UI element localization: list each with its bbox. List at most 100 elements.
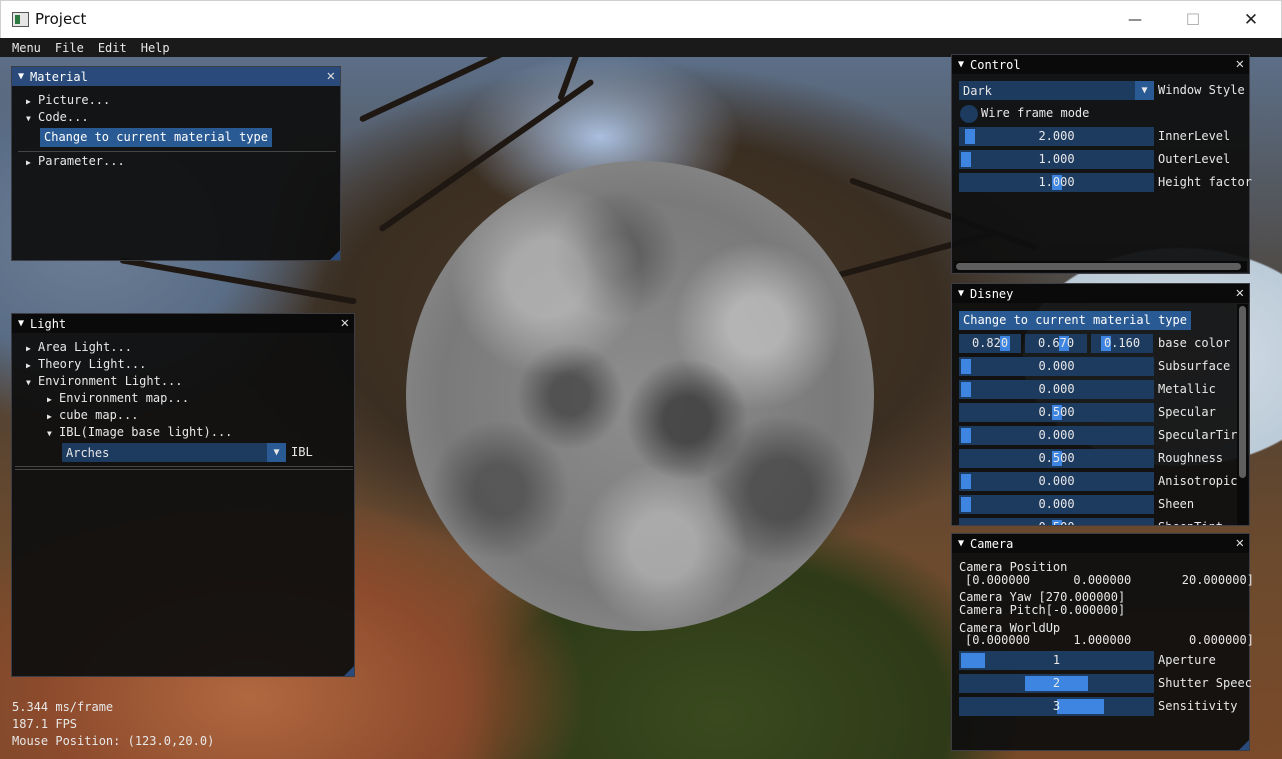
tree-node-environment-light[interactable]: ▼ Environment Light... bbox=[26, 374, 183, 388]
collapse-icon[interactable]: ▼ bbox=[958, 538, 964, 549]
camera-panel-title: Camera bbox=[970, 536, 1014, 551]
slider-value: 0.500 bbox=[1038, 451, 1075, 465]
close-icon[interactable]: ✕ bbox=[1236, 56, 1244, 72]
disney-panel: ▼ Disney ✕ Change to current material ty… bbox=[951, 283, 1250, 526]
camera-position-label: Camera Position bbox=[959, 560, 1068, 574]
disney-panel-header[interactable]: ▼ Disney ✕ bbox=[952, 284, 1249, 303]
slider-value: 0.500 bbox=[1038, 405, 1075, 419]
menu-menu[interactable]: Menu bbox=[5, 41, 48, 55]
slider-value: 0.000 bbox=[1038, 428, 1075, 442]
menu-help[interactable]: Help bbox=[134, 41, 177, 55]
sheentint-slider[interactable]: 0.500 bbox=[959, 518, 1154, 525]
light-panel: ▼ Light ✕ ▶ Area Light... ▶ Theory Light..… bbox=[11, 313, 355, 677]
slider-value: 0.000 bbox=[1038, 497, 1075, 511]
menu-file[interactable]: File bbox=[48, 41, 91, 55]
material-panel: ▼ Material ✕ ▶ Picture... ▼ Code... Change… bbox=[11, 66, 341, 261]
wireframe-label: Wire frame mode bbox=[981, 106, 1090, 120]
control-panel: ▼ Control ✕ Dark ▼ Window Style Wire fra… bbox=[951, 54, 1252, 274]
specular-label: Specular bbox=[1158, 405, 1216, 419]
separator bbox=[18, 151, 336, 152]
sheentint-label: SheenTint bbox=[1158, 520, 1223, 525]
resize-grip[interactable] bbox=[344, 666, 354, 676]
maximize-button[interactable]: ☐ bbox=[1164, 1, 1222, 38]
close-icon[interactable]: ✕ bbox=[1236, 535, 1244, 551]
slider-value: 0.000 bbox=[1038, 474, 1075, 488]
sensitivity-slider[interactable]: 3 bbox=[959, 697, 1154, 716]
change-material-type-button[interactable]: Change to current material type bbox=[40, 128, 272, 147]
frame-time: 5.344 ms/frame bbox=[12, 700, 114, 714]
collapse-icon[interactable]: ▼ bbox=[958, 59, 964, 70]
fps-counter: 187.1 FPS bbox=[12, 717, 78, 731]
camera-panel-header[interactable]: ▼ Camera ✕ bbox=[952, 534, 1249, 553]
collapse-icon[interactable]: ▼ bbox=[18, 71, 24, 82]
ibl-label: IBL bbox=[291, 445, 313, 459]
shutter-speed-label: Shutter Speec bbox=[1158, 676, 1252, 690]
tree-branch bbox=[119, 257, 357, 305]
app-icon bbox=[12, 12, 29, 27]
collapse-icon[interactable]: ▼ bbox=[18, 318, 24, 329]
collapse-icon[interactable]: ▼ bbox=[958, 288, 964, 299]
outerlevel-slider[interactable]: 1.000 bbox=[959, 150, 1154, 169]
ibl-select[interactable]: Arches ▼ bbox=[62, 443, 286, 462]
close-icon[interactable]: ✕ bbox=[341, 315, 349, 331]
window-title: Project bbox=[35, 10, 87, 28]
close-window-button[interactable]: ✕ bbox=[1222, 1, 1280, 38]
close-icon[interactable]: ✕ bbox=[327, 68, 335, 84]
control-panel-header[interactable]: ▼ Control ✕ bbox=[952, 55, 1249, 74]
tree-node-area-light[interactable]: ▶ Area Light... bbox=[26, 340, 132, 354]
tree-node-parameter[interactable]: ▶ Parameter... bbox=[26, 154, 125, 168]
height-factor-slider[interactable]: 1.000 bbox=[959, 173, 1154, 192]
minimize-button[interactable]: — bbox=[1106, 1, 1164, 38]
wireframe-toggle[interactable] bbox=[960, 105, 978, 123]
material-panel-header[interactable]: ▼ Material ✕ bbox=[12, 67, 340, 86]
anisotropic-slider[interactable]: 0.000 bbox=[959, 472, 1154, 491]
subsurface-label: Subsurface bbox=[1158, 359, 1231, 373]
window-style-label: Window Style bbox=[1158, 83, 1245, 97]
separator bbox=[15, 469, 353, 470]
chevron-down-icon[interactable]: ▼ bbox=[1135, 81, 1154, 100]
sheen-label: Sheen bbox=[1158, 497, 1195, 511]
base-color-g-slider[interactable]: 0.670 bbox=[1025, 334, 1087, 353]
tree-node-picture[interactable]: ▶ Picture... bbox=[26, 93, 110, 107]
horizontal-scrollbar[interactable] bbox=[954, 261, 1247, 272]
light-panel-header[interactable]: ▼ Light ✕ bbox=[12, 314, 354, 333]
aperture-label: Aperture bbox=[1158, 653, 1216, 667]
light-panel-title: Light bbox=[30, 316, 67, 331]
specular-slider[interactable]: 0.500 bbox=[959, 403, 1154, 422]
metallic-label: Metallic bbox=[1158, 382, 1216, 396]
vertical-scrollbar[interactable] bbox=[1237, 304, 1248, 525]
slider-value: 1.000 bbox=[1038, 175, 1075, 189]
rendered-sphere bbox=[406, 161, 874, 631]
disney-change-material-button[interactable]: Change to current material type bbox=[959, 311, 1191, 330]
tree-node-code[interactable]: ▼ Code... bbox=[26, 110, 89, 124]
resize-grip[interactable] bbox=[1239, 740, 1249, 750]
slider-value: 1.000 bbox=[1038, 152, 1075, 166]
roughness-slider[interactable]: 0.500 bbox=[959, 449, 1154, 468]
shutter-speed-slider[interactable]: 2 bbox=[959, 674, 1154, 693]
window-titlebar: Project — ☐ ✕ bbox=[0, 0, 1282, 38]
aperture-slider[interactable]: 1 bbox=[959, 651, 1154, 670]
subsurface-slider[interactable]: 0.000 bbox=[959, 357, 1154, 376]
base-color-label: base color bbox=[1158, 336, 1231, 350]
tree-node-theory-light[interactable]: ▶ Theory Light... bbox=[26, 357, 146, 371]
innerlevel-slider[interactable]: 2.000 bbox=[959, 127, 1154, 146]
menu-edit[interactable]: Edit bbox=[91, 41, 134, 55]
tree-node-ibl[interactable]: ▼ IBL(Image base light)... bbox=[47, 425, 232, 439]
slider-value: 0.000 bbox=[1038, 382, 1075, 396]
tree-node-environment-map[interactable]: ▶ Environment map... bbox=[47, 391, 189, 405]
camera-yaw: Camera Yaw [270.000000] bbox=[959, 590, 1126, 604]
speculartir-slider[interactable]: 0.000 bbox=[959, 426, 1154, 445]
camera-panel: ▼ Camera ✕ Camera Position [0.000000 0.0… bbox=[951, 533, 1254, 751]
base-color-b-slider[interactable]: 0.160 bbox=[1091, 334, 1153, 353]
window-style-select[interactable]: Dark ▼ bbox=[959, 81, 1154, 100]
close-icon[interactable]: ✕ bbox=[1236, 285, 1244, 301]
metallic-slider[interactable]: 0.000 bbox=[959, 380, 1154, 399]
resize-grip[interactable] bbox=[330, 250, 340, 260]
tree-node-cube-map[interactable]: ▶ cube map... bbox=[47, 408, 138, 422]
material-panel-title: Material bbox=[30, 69, 88, 84]
sheen-slider[interactable]: 0.000 bbox=[959, 495, 1154, 514]
base-color-r-slider[interactable]: 0.820 bbox=[959, 334, 1021, 353]
innerlevel-label: InnerLevel bbox=[1158, 129, 1231, 143]
chevron-down-icon[interactable]: ▼ bbox=[267, 443, 286, 462]
mouse-position: Mouse Position: (123.0,20.0) bbox=[12, 734, 215, 748]
